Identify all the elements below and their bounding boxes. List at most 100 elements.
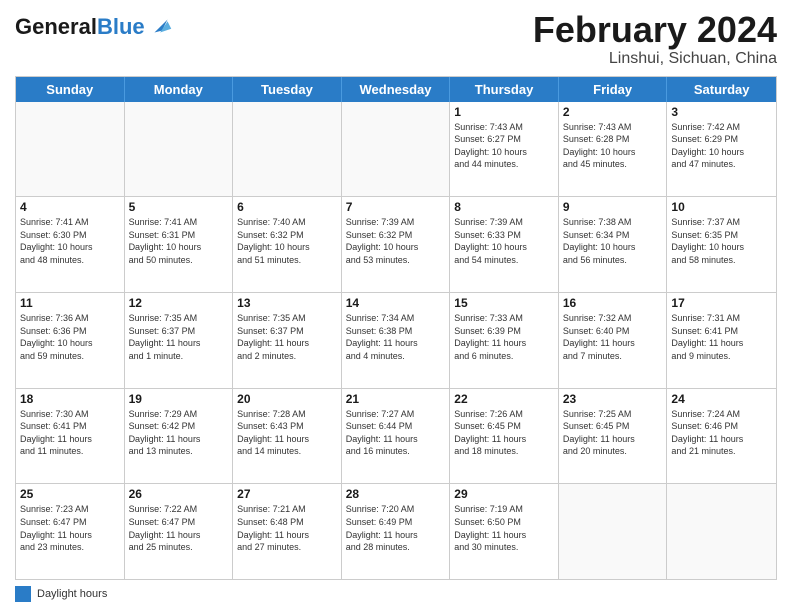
calendar-cell: 2 Sunrise: 7:43 AM Sunset: 6:28 PM Daylig…: [559, 102, 668, 197]
calendar-cell: 29 Sunrise: 7:19 AM Sunset: 6:50 PM Dayli…: [450, 484, 559, 579]
day-number: 23: [563, 392, 663, 406]
day-number: 29: [454, 487, 554, 501]
day-number: 3: [671, 105, 772, 119]
calendar: SundayMondayTuesdayWednesdayThursdayFrid…: [15, 76, 777, 580]
day-number: 6: [237, 200, 337, 214]
day-info: Sunrise: 7:39 AM Sunset: 6:32 PM Dayligh…: [346, 216, 446, 266]
header: GeneralBlue February 2024 Linshui, Sichu…: [15, 10, 777, 68]
day-number: 24: [671, 392, 772, 406]
day-number: 10: [671, 200, 772, 214]
calendar-cell: 4 Sunrise: 7:41 AM Sunset: 6:30 PM Daylig…: [16, 197, 125, 292]
day-number: 20: [237, 392, 337, 406]
day-number: 4: [20, 200, 120, 214]
calendar-cell: 21 Sunrise: 7:27 AM Sunset: 6:44 PM Dayli…: [342, 389, 451, 484]
calendar-cell: 19 Sunrise: 7:29 AM Sunset: 6:42 PM Dayli…: [125, 389, 234, 484]
day-info: Sunrise: 7:30 AM Sunset: 6:41 PM Dayligh…: [20, 408, 120, 458]
day-info: Sunrise: 7:35 AM Sunset: 6:37 PM Dayligh…: [129, 312, 229, 362]
calendar-cell: 20 Sunrise: 7:28 AM Sunset: 6:43 PM Dayli…: [233, 389, 342, 484]
weekday-header: Monday: [125, 77, 234, 102]
day-number: 2: [563, 105, 663, 119]
day-info: Sunrise: 7:43 AM Sunset: 6:27 PM Dayligh…: [454, 121, 554, 171]
calendar-cell: 14 Sunrise: 7:34 AM Sunset: 6:38 PM Dayli…: [342, 293, 451, 388]
day-number: 27: [237, 487, 337, 501]
day-info: Sunrise: 7:38 AM Sunset: 6:34 PM Dayligh…: [563, 216, 663, 266]
day-info: Sunrise: 7:37 AM Sunset: 6:35 PM Dayligh…: [671, 216, 772, 266]
weekday-header: Saturday: [667, 77, 776, 102]
calendar-cell: 25Sunrise: 7:23 AM Sunset: 6:47 PM Dayli…: [16, 484, 125, 579]
calendar-week-row: 4 Sunrise: 7:41 AM Sunset: 6:30 PM Daylig…: [16, 197, 776, 293]
day-info: Sunrise: 7:33 AM Sunset: 6:39 PM Dayligh…: [454, 312, 554, 362]
calendar-cell: 18Sunrise: 7:30 AM Sunset: 6:41 PM Dayli…: [16, 389, 125, 484]
calendar-week-row: 18Sunrise: 7:30 AM Sunset: 6:41 PM Dayli…: [16, 389, 776, 485]
day-info: Sunrise: 7:41 AM Sunset: 6:31 PM Dayligh…: [129, 216, 229, 266]
legend-color-box: [15, 586, 31, 602]
logo-icon: [147, 12, 175, 40]
day-info: Sunrise: 7:40 AM Sunset: 6:32 PM Dayligh…: [237, 216, 337, 266]
calendar-cell: 28 Sunrise: 7:20 AM Sunset: 6:49 PM Dayli…: [342, 484, 451, 579]
month-title: February 2024: [533, 10, 777, 50]
day-info: Sunrise: 7:20 AM Sunset: 6:49 PM Dayligh…: [346, 503, 446, 553]
day-number: 8: [454, 200, 554, 214]
day-info: Sunrise: 7:39 AM Sunset: 6:33 PM Dayligh…: [454, 216, 554, 266]
day-info: Sunrise: 7:24 AM Sunset: 6:46 PM Dayligh…: [671, 408, 772, 458]
calendar-week-row: 25Sunrise: 7:23 AM Sunset: 6:47 PM Dayli…: [16, 484, 776, 579]
day-number: 21: [346, 392, 446, 406]
day-info: Sunrise: 7:34 AM Sunset: 6:38 PM Dayligh…: [346, 312, 446, 362]
calendar-cell: 3Sunrise: 7:42 AM Sunset: 6:29 PM Daylig…: [667, 102, 776, 197]
day-number: 7: [346, 200, 446, 214]
day-info: Sunrise: 7:22 AM Sunset: 6:47 PM Dayligh…: [129, 503, 229, 553]
calendar-cell: [559, 484, 668, 579]
day-info: Sunrise: 7:27 AM Sunset: 6:44 PM Dayligh…: [346, 408, 446, 458]
page: GeneralBlue February 2024 Linshui, Sichu…: [0, 0, 792, 612]
day-info: Sunrise: 7:28 AM Sunset: 6:43 PM Dayligh…: [237, 408, 337, 458]
day-number: 19: [129, 392, 229, 406]
calendar-cell: 12 Sunrise: 7:35 AM Sunset: 6:37 PM Dayli…: [125, 293, 234, 388]
weekday-header: Wednesday: [342, 77, 451, 102]
legend: Daylight hours: [15, 586, 777, 602]
day-number: 26: [129, 487, 229, 501]
location: Linshui, Sichuan, China: [533, 50, 777, 68]
day-info: Sunrise: 7:41 AM Sunset: 6:30 PM Dayligh…: [20, 216, 120, 266]
calendar-cell: 23 Sunrise: 7:25 AM Sunset: 6:45 PM Dayli…: [559, 389, 668, 484]
day-number: 13: [237, 296, 337, 310]
logo-text: GeneralBlue: [15, 15, 145, 39]
calendar-cell: 7 Sunrise: 7:39 AM Sunset: 6:32 PM Daylig…: [342, 197, 451, 292]
calendar-cell: 15Sunrise: 7:33 AM Sunset: 6:39 PM Dayli…: [450, 293, 559, 388]
weekday-header: Thursday: [450, 77, 559, 102]
calendar-cell: 11Sunrise: 7:36 AM Sunset: 6:36 PM Dayli…: [16, 293, 125, 388]
day-info: Sunrise: 7:35 AM Sunset: 6:37 PM Dayligh…: [237, 312, 337, 362]
calendar-cell: [16, 102, 125, 197]
calendar-cell: 17Sunrise: 7:31 AM Sunset: 6:41 PM Dayli…: [667, 293, 776, 388]
calendar-cell: 24 Sunrise: 7:24 AM Sunset: 6:46 PM Dayli…: [667, 389, 776, 484]
weekday-header: Tuesday: [233, 77, 342, 102]
logo: GeneralBlue: [15, 14, 175, 40]
calendar-cell: 22Sunrise: 7:26 AM Sunset: 6:45 PM Dayli…: [450, 389, 559, 484]
day-info: Sunrise: 7:19 AM Sunset: 6:50 PM Dayligh…: [454, 503, 554, 553]
day-number: 16: [563, 296, 663, 310]
day-info: Sunrise: 7:29 AM Sunset: 6:42 PM Dayligh…: [129, 408, 229, 458]
day-info: Sunrise: 7:26 AM Sunset: 6:45 PM Dayligh…: [454, 408, 554, 458]
calendar-cell: [667, 484, 776, 579]
day-info: Sunrise: 7:31 AM Sunset: 6:41 PM Dayligh…: [671, 312, 772, 362]
calendar-cell: [342, 102, 451, 197]
title-block: February 2024 Linshui, Sichuan, China: [533, 10, 777, 68]
calendar-cell: 9 Sunrise: 7:38 AM Sunset: 6:34 PM Daylig…: [559, 197, 668, 292]
day-info: Sunrise: 7:36 AM Sunset: 6:36 PM Dayligh…: [20, 312, 120, 362]
day-number: 5: [129, 200, 229, 214]
day-info: Sunrise: 7:25 AM Sunset: 6:45 PM Dayligh…: [563, 408, 663, 458]
calendar-week-row: 1 Sunrise: 7:43 AM Sunset: 6:27 PM Daylig…: [16, 102, 776, 198]
day-number: 12: [129, 296, 229, 310]
calendar-week-row: 11Sunrise: 7:36 AM Sunset: 6:36 PM Dayli…: [16, 293, 776, 389]
calendar-cell: 26 Sunrise: 7:22 AM Sunset: 6:47 PM Dayli…: [125, 484, 234, 579]
legend-label: Daylight hours: [37, 588, 107, 600]
weekday-header: Sunday: [16, 77, 125, 102]
calendar-cell: 6 Sunrise: 7:40 AM Sunset: 6:32 PM Daylig…: [233, 197, 342, 292]
day-number: 9: [563, 200, 663, 214]
calendar-cell: 27Sunrise: 7:21 AM Sunset: 6:48 PM Dayli…: [233, 484, 342, 579]
day-info: Sunrise: 7:43 AM Sunset: 6:28 PM Dayligh…: [563, 121, 663, 171]
day-number: 1: [454, 105, 554, 119]
calendar-cell: [233, 102, 342, 197]
day-number: 28: [346, 487, 446, 501]
day-number: 14: [346, 296, 446, 310]
calendar-cell: 1 Sunrise: 7:43 AM Sunset: 6:27 PM Daylig…: [450, 102, 559, 197]
